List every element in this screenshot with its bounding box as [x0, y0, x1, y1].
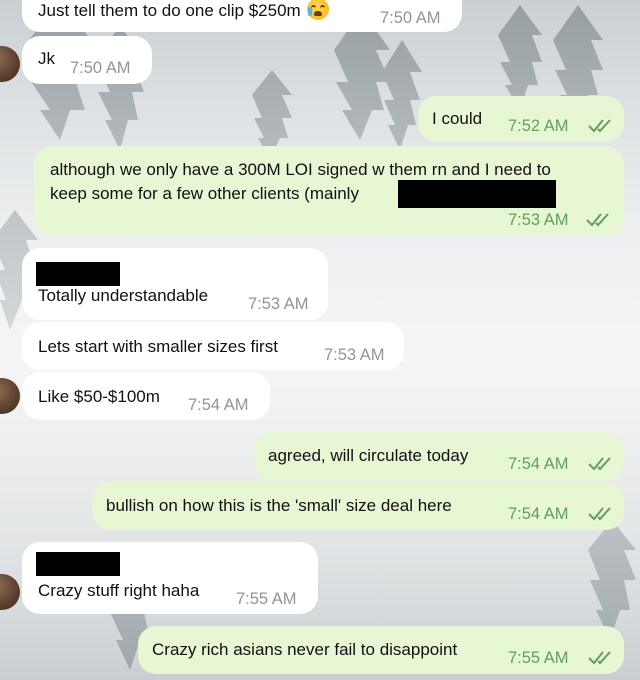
double-check-icon: [588, 507, 611, 521]
sender-name-redaction: [36, 262, 120, 286]
message-time: 7:53 AM: [248, 295, 309, 313]
double-check-icon: [588, 457, 611, 471]
message-bubble-incoming[interactable]: Totally understandable 7:53 AM: [22, 248, 328, 320]
double-check-icon: [588, 651, 611, 665]
message-bubble-incoming[interactable]: Just tell them to do one clip $250m 7:50…: [22, 0, 462, 32]
message-text: I could: [432, 109, 483, 128]
message-bubble-incoming[interactable]: Lets start with smaller sizes first 7:53…: [22, 322, 404, 370]
message-bubble-outgoing[interactable]: Crazy rich asians never fail to disappoi…: [138, 626, 624, 674]
message-text: Crazy stuff right haha: [38, 581, 200, 600]
message-time: 7:52 AM: [508, 117, 569, 135]
message-time: 7:55 AM: [236, 590, 297, 608]
message-text-line: although we only have a 300M LOI signed …: [50, 160, 551, 179]
double-check-icon: [586, 213, 609, 227]
message-bubble-outgoing[interactable]: bullish on how this is the 'small' size …: [92, 482, 624, 530]
message-bubble-outgoing[interactable]: although we only have a 300M LOI signed …: [34, 146, 624, 236]
redaction-block: [398, 180, 556, 208]
sender-name-redaction: [36, 552, 120, 576]
message-bubble-outgoing[interactable]: agreed, will circulate today 7:54 AM: [254, 432, 624, 480]
message-time: 7:54 AM: [188, 396, 249, 414]
message-text-line: keep some for a few other clients (mainl…: [50, 184, 359, 203]
message-time: 7:50 AM: [380, 9, 441, 27]
message-bubble-outgoing[interactable]: I could 7:52 AM: [418, 96, 624, 142]
message-bubble-incoming[interactable]: Like $50-$100m 7:54 AM: [22, 372, 270, 420]
message-text: Crazy rich asians never fail to disappoi…: [152, 640, 458, 659]
message-text: bullish on how this is the 'small' size …: [106, 496, 452, 515]
message-time: 7:54 AM: [508, 455, 569, 473]
message-time: 7:55 AM: [508, 649, 569, 667]
message-text: Just tell them to do one clip $250m: [38, 0, 329, 23]
message-text: agreed, will circulate today: [268, 446, 469, 465]
message-text: Jk: [38, 49, 55, 68]
message-bubble-incoming[interactable]: Jk 7:50 AM: [22, 36, 152, 84]
message-time: 7:54 AM: [508, 505, 569, 523]
message-bubble-incoming[interactable]: Crazy stuff right haha 7:55 AM: [22, 542, 318, 614]
message-text: Lets start with smaller sizes first: [38, 337, 278, 356]
message-time: 7:53 AM: [508, 211, 569, 229]
message-text: Totally understandable: [38, 286, 209, 305]
loudly-crying-face-emoji-icon: [306, 0, 329, 20]
message-time: 7:50 AM: [70, 59, 131, 77]
message-time: 7:53 AM: [324, 346, 385, 364]
message-text: Like $50-$100m: [38, 387, 160, 406]
double-check-icon: [588, 119, 611, 133]
